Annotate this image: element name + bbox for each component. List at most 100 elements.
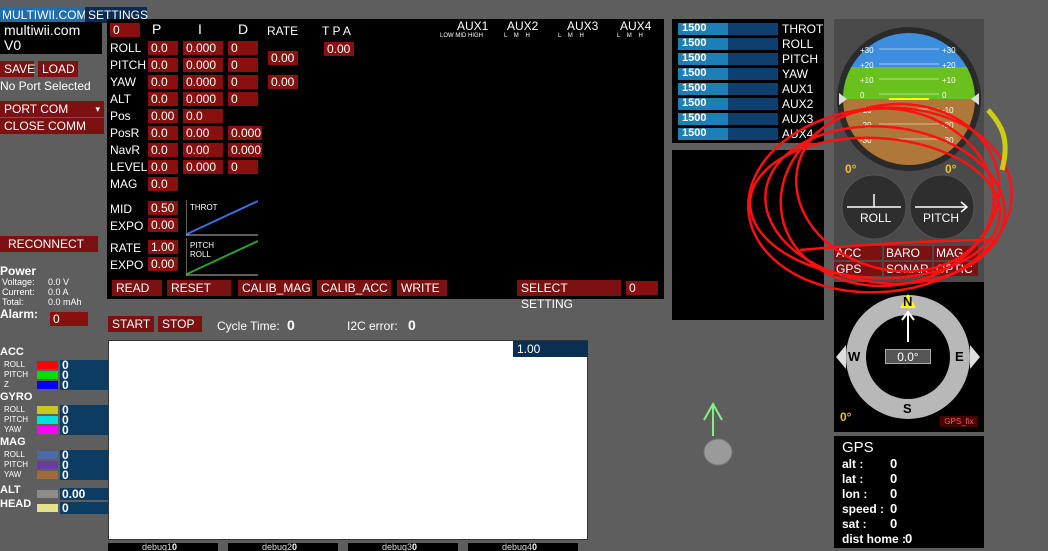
alarm-label: Alarm: bbox=[0, 307, 39, 321]
calib-mag-button[interactable]: CALIB_MAG bbox=[238, 280, 312, 296]
pid-d-value[interactable]: 0 bbox=[228, 58, 258, 72]
load-button[interactable]: LOAD bbox=[38, 61, 78, 77]
rc-expo-label: EXPO bbox=[110, 258, 144, 272]
reconnect-button[interactable]: RECONNECT bbox=[0, 236, 98, 252]
pid-p-value[interactable]: 0.0 bbox=[148, 143, 178, 157]
pid-d-value[interactable]: 0 bbox=[228, 75, 258, 89]
save-button[interactable]: SAVE bbox=[0, 61, 35, 77]
pid-p-value[interactable]: 0.0 bbox=[148, 126, 178, 140]
sensor-gyro-value: 0 bbox=[62, 423, 69, 437]
sensor-head-color-swatch[interactable] bbox=[37, 504, 58, 512]
aux3-label: AUX3 bbox=[567, 19, 599, 33]
sensor-gyro-row-label: PITCH bbox=[4, 415, 28, 424]
horizon-tick-left: +30 bbox=[860, 46, 874, 55]
throttle-expo[interactable]: 0.00 bbox=[148, 218, 178, 232]
throttle-mid[interactable]: 0.50 bbox=[148, 201, 178, 215]
pid-p-value[interactable]: 0.0 bbox=[148, 160, 178, 174]
gps-speed: 0 bbox=[890, 501, 898, 516]
sensor-gyro-row-label: YAW bbox=[4, 425, 22, 434]
pid-p-value[interactable]: 0.0 bbox=[148, 75, 178, 89]
sensor-alt-color-swatch[interactable] bbox=[37, 490, 58, 498]
tpa-value[interactable]: 0.00 bbox=[324, 42, 354, 56]
pid-d-value[interactable]: 0 bbox=[228, 41, 258, 55]
sensor-mag-value: 0 bbox=[62, 468, 69, 482]
current-label: Current: bbox=[2, 287, 35, 297]
pid-p-value[interactable]: 0.0 bbox=[148, 58, 178, 72]
horizon-tick-left: +20 bbox=[860, 61, 874, 70]
gps-lat: 0 bbox=[890, 471, 898, 486]
sensor-mag-row-label: ROLL bbox=[4, 450, 25, 459]
pid-d-value[interactable]: 0 bbox=[228, 160, 258, 174]
rc-rate[interactable]: 1.00 bbox=[148, 240, 178, 254]
debug-label: debug4 bbox=[502, 542, 533, 551]
port-com-dropdown[interactable]: PORT COM ▾ bbox=[0, 101, 104, 117]
pid-i-value[interactable]: 0.0 bbox=[183, 109, 223, 123]
debug-value: 0 bbox=[172, 542, 178, 551]
sensor-mag-color-swatch[interactable] bbox=[37, 471, 58, 479]
pid-row-label: ALT bbox=[110, 92, 132, 106]
pid-d-value[interactable]: 0 bbox=[228, 92, 258, 106]
pid-d-value[interactable]: 0.000 bbox=[228, 143, 262, 157]
gps-dist: 0 bbox=[905, 531, 913, 546]
rc-channel-name: YAW bbox=[782, 67, 808, 81]
pid-p-value[interactable]: 0.0 bbox=[148, 177, 178, 191]
sensor-group-acc-title: ACC bbox=[0, 346, 24, 358]
pid-i-value[interactable]: 0.000 bbox=[183, 41, 223, 55]
sensor-mag-color-swatch[interactable] bbox=[37, 451, 58, 459]
pid-i-value[interactable]: 0.00 bbox=[183, 143, 223, 157]
pid-i-value[interactable]: 0.000 bbox=[183, 58, 223, 72]
read-button[interactable]: READ bbox=[112, 280, 162, 296]
horizon-tick-right: +30 bbox=[942, 46, 956, 55]
debug-label: debug3 bbox=[382, 542, 413, 551]
sensor-gyro-color-swatch[interactable] bbox=[37, 416, 58, 424]
pid-d-value[interactable]: 0.000 bbox=[228, 126, 262, 140]
select-setting-button[interactable]: SELECT SETTING bbox=[517, 280, 621, 311]
sensor-alt-title: ALT bbox=[0, 484, 21, 496]
i2c-error-value: 0 bbox=[408, 317, 416, 333]
sensor-acc-color-swatch[interactable] bbox=[37, 371, 58, 379]
rate-yaw[interactable]: 0.00 bbox=[268, 75, 298, 89]
aux4-sublabel: L M H bbox=[617, 33, 643, 39]
sensor-alt-value: 0.00 bbox=[62, 487, 86, 501]
rc-channel-value: 1500 bbox=[682, 127, 707, 139]
sensor-acc-color-swatch[interactable] bbox=[37, 361, 58, 369]
power-title: Power bbox=[0, 264, 37, 278]
pid-i-value[interactable]: 0.000 bbox=[183, 160, 223, 174]
pid-row-label: LEVEL bbox=[110, 160, 148, 174]
pid-i-value[interactable]: 0.000 bbox=[183, 92, 223, 106]
gps-lat-label: lat : bbox=[842, 472, 864, 486]
pid-p-value[interactable]: 0.00 bbox=[148, 109, 178, 123]
gps-title: GPS bbox=[842, 439, 874, 456]
rc-expo[interactable]: 0.00 bbox=[148, 257, 178, 271]
pid-row-label: PITCH bbox=[110, 58, 146, 72]
sensor-gyro-color-swatch[interactable] bbox=[37, 406, 58, 414]
pid-p-value[interactable]: 0.0 bbox=[148, 92, 178, 106]
pid-i-value[interactable]: 0.00 bbox=[183, 126, 223, 140]
rc-channel-value: 1500 bbox=[682, 67, 707, 79]
start-button[interactable]: START bbox=[108, 316, 154, 332]
sensor-head-value: 0 bbox=[62, 501, 69, 515]
compass-s: S bbox=[903, 401, 912, 416]
pid-p-value[interactable]: 0.0 bbox=[148, 41, 178, 55]
alarm-input[interactable]: 0 bbox=[50, 312, 88, 326]
pid-row-label: ROLL bbox=[110, 41, 142, 55]
aux2-label: AUX2 bbox=[507, 19, 539, 33]
reset-button[interactable]: RESET bbox=[167, 280, 231, 296]
calib-acc-button[interactable]: CALIB_ACC bbox=[317, 280, 391, 296]
sensor-gyro-color-swatch[interactable] bbox=[37, 426, 58, 434]
pid-header-p: P bbox=[152, 21, 162, 37]
write-button[interactable]: WRITE bbox=[397, 280, 447, 296]
gps-speed-label: speed : bbox=[842, 502, 885, 516]
current-value: 0.0 A bbox=[48, 287, 69, 297]
sensor-acc-row-label: Z bbox=[4, 380, 9, 389]
sensor-mag-color-swatch[interactable] bbox=[37, 461, 58, 469]
rate-roll-pitch[interactable]: 0.00 bbox=[268, 51, 298, 65]
version-title: multiwii.com bbox=[4, 22, 81, 38]
stop-button[interactable]: STOP bbox=[158, 316, 202, 332]
pid-i-value[interactable]: 0.000 bbox=[183, 75, 223, 89]
setting-value[interactable]: 0 bbox=[626, 281, 658, 295]
sensor-acc-color-swatch[interactable] bbox=[37, 381, 58, 389]
pid-header-i: I bbox=[198, 21, 202, 37]
tab-multiwii[interactable]: MULTIWII.COM bbox=[0, 7, 86, 23]
close-comm-button[interactable]: CLOSE COMM bbox=[0, 118, 104, 134]
